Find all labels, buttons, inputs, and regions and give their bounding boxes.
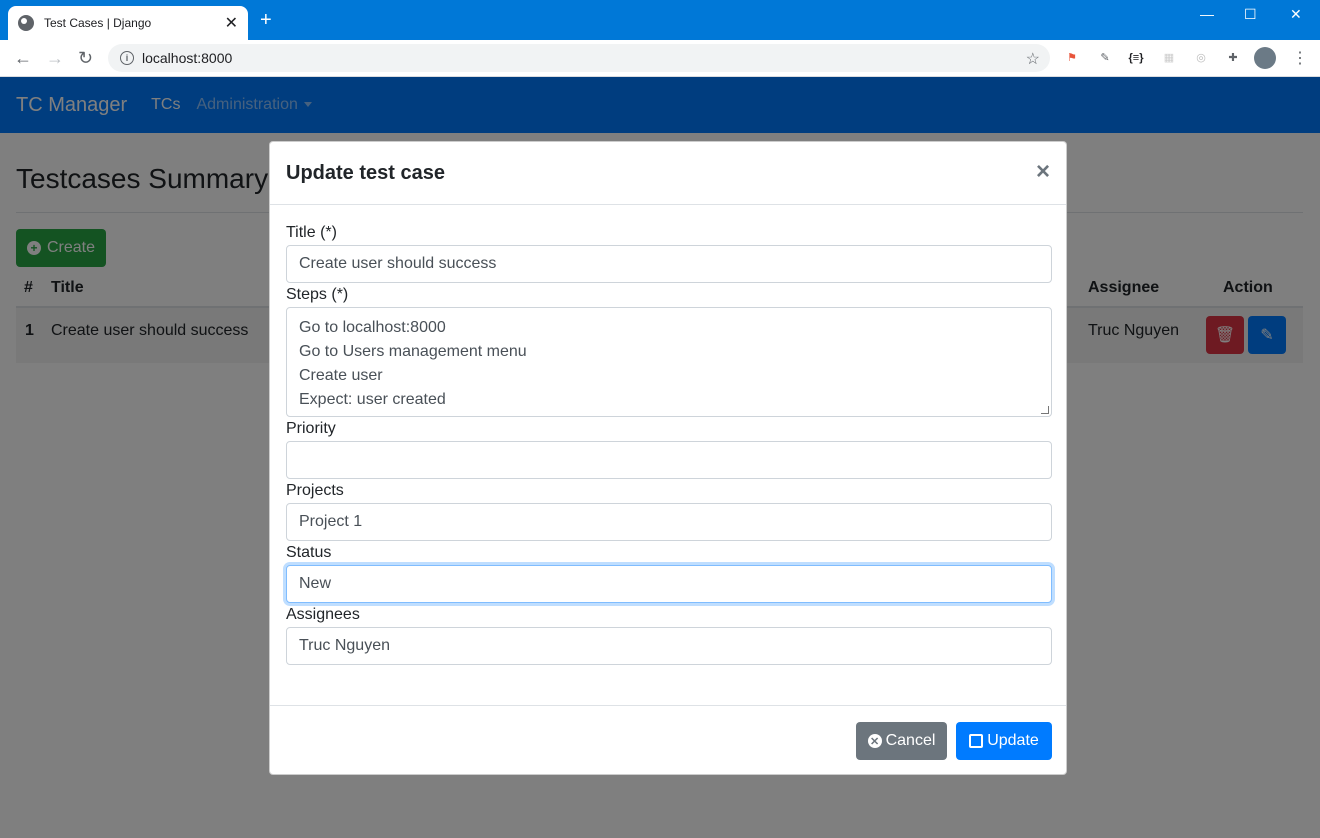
info-icon[interactable]: i xyxy=(120,51,134,65)
address-bar[interactable]: i localhost:8000 ☆ xyxy=(108,44,1050,72)
browser-toolbar: ← → ↻ i localhost:8000 ☆ ⚑ ✎ {≡} ▦ ◎ ✚ xyxy=(0,40,1320,77)
globe-icon xyxy=(18,15,34,31)
status-label: Status xyxy=(286,544,332,561)
steps-label: Steps (*) xyxy=(286,286,349,303)
extension-icon[interactable]: ⚑ xyxy=(1064,50,1080,66)
new-tab-icon[interactable]: + xyxy=(260,10,272,30)
projects-label: Projects xyxy=(286,482,344,499)
modal-header: Update test case × xyxy=(270,142,1066,205)
resize-handle-icon[interactable] xyxy=(1041,406,1049,414)
priority-input[interactable] xyxy=(286,441,1052,479)
update-button[interactable]: Update xyxy=(956,722,1052,760)
grid-extension-icon[interactable]: ▦ xyxy=(1161,50,1177,66)
browser-menu-icon[interactable]: ⋮ xyxy=(1292,48,1308,68)
steps-line: Create user xyxy=(299,367,383,384)
save-icon xyxy=(969,734,984,748)
forward-icon[interactable]: → xyxy=(46,48,64,68)
cancel-label: Cancel xyxy=(885,732,936,749)
tab-title: Test Cases | Django xyxy=(44,16,152,30)
update-label: Update xyxy=(987,732,1039,749)
priority-label: Priority xyxy=(286,420,336,437)
close-tab-icon[interactable]: ✕ xyxy=(225,13,238,33)
json-extension-icon[interactable]: {≡} xyxy=(1128,50,1144,66)
assignees-label: Assignees xyxy=(286,606,360,623)
window-close-icon[interactable]: ✕ xyxy=(1290,6,1302,23)
title-label: Title (*) xyxy=(286,224,337,241)
bookmark-star-icon[interactable]: ☆ xyxy=(1026,49,1040,69)
status-select[interactable]: New xyxy=(286,565,1052,603)
update-modal: Update test case × Title (*) Create user… xyxy=(269,141,1067,775)
cancel-button[interactable]: ✕ Cancel xyxy=(856,722,947,760)
url-text: localhost:8000 xyxy=(142,50,233,66)
projects-select[interactable]: Project 1 xyxy=(286,503,1052,541)
steps-line: Expect: user created xyxy=(299,391,446,408)
assignees-select[interactable]: Truc Nguyen xyxy=(286,627,1052,665)
steps-line: Go to localhost:8000 xyxy=(299,319,446,336)
steps-textarea[interactable]: Go to localhost:8000 Go to Users managem… xyxy=(286,307,1052,417)
minimize-icon[interactable]: — xyxy=(1200,6,1214,22)
back-icon[interactable]: ← xyxy=(14,48,32,68)
maximize-icon[interactable]: ☐ xyxy=(1244,6,1257,23)
close-icon[interactable]: × xyxy=(1036,158,1050,186)
browser-tab-bar: Test Cases | Django ✕ + — ☐ ✕ xyxy=(0,0,1320,40)
modal-footer: ✕ Cancel Update xyxy=(270,705,1066,776)
steps-line: Go to Users management menu xyxy=(299,343,527,360)
eyedropper-icon[interactable]: ✎ xyxy=(1097,50,1113,66)
puzzle-icon[interactable]: ✚ xyxy=(1225,50,1241,66)
target-extension-icon[interactable]: ◎ xyxy=(1193,50,1209,66)
browser-tab[interactable]: Test Cases | Django ✕ xyxy=(8,6,248,40)
profile-avatar[interactable] xyxy=(1254,47,1276,69)
title-input[interactable]: Create user should success xyxy=(286,245,1052,283)
reload-icon[interactable]: ↻ xyxy=(78,48,93,68)
cancel-circle-icon: ✕ xyxy=(867,734,882,748)
modal-title: Update test case xyxy=(286,162,445,184)
